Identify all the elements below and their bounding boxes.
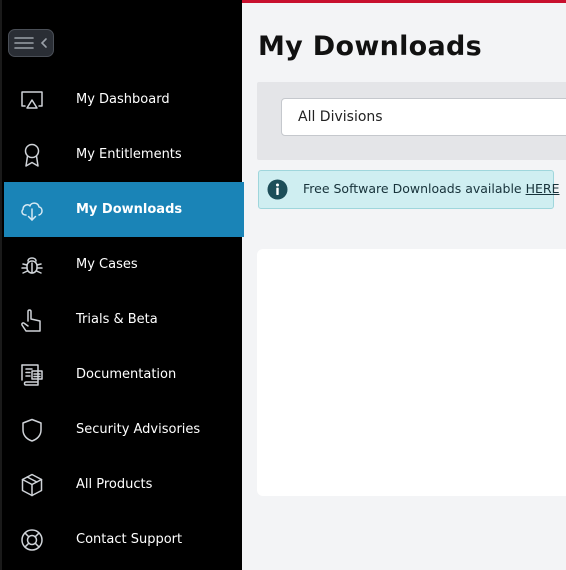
- sidebar-toggle-button[interactable]: [8, 29, 54, 57]
- free-downloads-link[interactable]: HERE: [526, 181, 560, 196]
- info-banner: Free Software Downloads available HERE: [258, 170, 559, 209]
- sidebar-item-label: My Downloads: [76, 202, 183, 217]
- sidebar: My Dashboard My Entitlements My Download…: [0, 0, 244, 570]
- sidebar-item-documentation[interactable]: Documentation: [4, 347, 244, 402]
- sidebar-item-my-entitlements[interactable]: My Entitlements: [4, 127, 244, 182]
- document-scroll-icon: [21, 364, 43, 386]
- pointer-hand-icon: [21, 309, 41, 332]
- sidebar-item-label: My Dashboard: [76, 92, 170, 107]
- downloads-content-card: [257, 249, 566, 496]
- cloud-download-icon: [21, 202, 43, 221]
- shield-icon: [22, 418, 42, 442]
- sidebar-item-all-products[interactable]: All Products: [4, 457, 244, 512]
- division-select-value: All Divisions: [298, 109, 383, 125]
- sidebar-item-label: Contact Support: [76, 532, 183, 547]
- cube-box-icon: [21, 473, 43, 497]
- filter-bar: All Divisions: [257, 82, 566, 160]
- sidebar-item-label: My Cases: [76, 257, 138, 272]
- award-ribbon-icon: [24, 143, 40, 167]
- sidebar-item-label: Security Advisories: [76, 422, 201, 437]
- sidebar-item-contact-support[interactable]: Contact Support: [4, 512, 244, 567]
- menu-collapse-icon: [14, 37, 47, 49]
- lifebuoy-icon: [21, 529, 43, 551]
- sidebar-item-label: My Entitlements: [76, 147, 182, 162]
- sidebar-item-my-dashboard[interactable]: My Dashboard: [4, 72, 244, 127]
- page-title: My Downloads: [258, 31, 483, 62]
- sidebar-item-label: Trials & Beta: [76, 312, 158, 327]
- info-banner-text: Free Software Downloads available: [303, 181, 526, 196]
- sidebar-item-label: All Products: [76, 477, 153, 492]
- sidebar-item-security-advisories[interactable]: Security Advisories: [4, 402, 244, 457]
- sidebar-item-label: Documentation: [76, 367, 177, 382]
- main-content: My Downloads All Divisions Free Software…: [242, 3, 566, 570]
- division-select[interactable]: All Divisions: [281, 98, 566, 136]
- sidebar-item-trials-beta[interactable]: Trials & Beta: [4, 292, 244, 347]
- dashboard-icon: [21, 91, 43, 109]
- sidebar-item-my-downloads[interactable]: My Downloads: [4, 182, 244, 237]
- bug-icon: [21, 257, 43, 274]
- sidebar-item-my-cases[interactable]: My Cases: [4, 237, 244, 292]
- info-icon: [267, 179, 288, 200]
